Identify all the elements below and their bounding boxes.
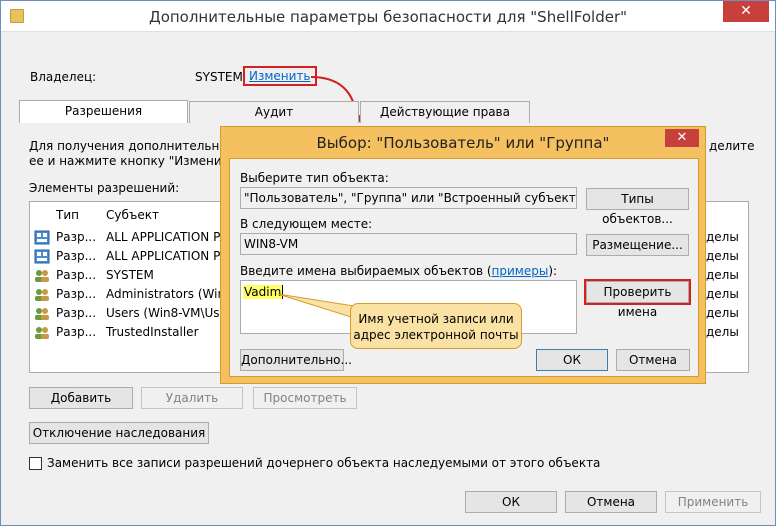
callout-line-1: Имя учетной записи или [358,312,514,326]
location-field: WIN8-VM [240,233,577,255]
object-type-label: Выберите тип объекта: [240,171,389,185]
cancel-button[interactable]: Отмена [565,491,657,513]
disable-inheritance-button[interactable]: Отключение наследования [29,422,209,444]
info-text-line-1: Для получения дополнительных с [29,139,247,153]
callout-line-2: адрес электронной почты [353,328,519,342]
row-type: Разр... [56,230,97,244]
callout-pointer-icon [277,293,355,319]
row-right: делы [706,306,739,320]
object-types-button[interactable]: Типы объектов... [586,188,689,226]
check-names-button[interactable]: Проверить имена [584,279,691,319]
user-group-icon [35,327,49,339]
info-text-right: делите [709,139,755,153]
row-right: делы [706,287,739,301]
location-label: В следующем месте: [240,217,373,231]
row-type: Разр... [56,325,97,339]
add-button[interactable]: Добавить [29,387,133,409]
row-subject: Users (Win8-VM\Users [106,306,239,320]
row-right: делы [706,230,739,244]
row-subject: Administrators (Win8- [106,287,238,301]
info-text-line-2: ее и нажмите кнопку "Изменить" ( [29,154,250,168]
row-type: Разр... [56,268,97,282]
owner-value: SYSTEM [195,70,243,84]
row-subject: SYSTEM [106,268,154,282]
examples-link[interactable]: примеры [492,264,549,278]
locations-button[interactable]: Размещение... [586,234,689,256]
column-header-type[interactable]: Тип [56,208,79,222]
account-name-callout: Имя учетной записи или адрес электронной… [350,303,522,349]
dialog-ok-button[interactable]: ОК [536,349,608,371]
row-right: делы [706,325,739,339]
names-label-prefix: Введите имена выбираемых объектов ( [240,264,492,278]
view-button[interactable]: Просмотреть [253,387,357,409]
app-package-icon [34,230,50,245]
row-subject: ALL APPLICATION PA [106,249,228,263]
row-type: Разр... [56,287,97,301]
row-subject: ALL APPLICATION PA [106,230,228,244]
row-type: Разр... [56,249,97,263]
entries-label: Элементы разрешений: [29,181,180,195]
owner-label: Владелец: [30,70,97,84]
dialog-title: Выбор: "Пользователь" или "Группа" [316,134,610,152]
apply-button[interactable]: Применить [665,491,761,513]
title-bar: Дополнительные параметры безопасности дл… [1,1,775,32]
close-button[interactable]: ✕ [723,1,769,22]
row-right: делы [706,249,739,263]
tab-audit[interactable]: Аудит [189,101,359,123]
replace-child-permissions-checkbox[interactable] [29,457,42,470]
row-type: Разр... [56,306,97,320]
ok-button[interactable]: ОК [465,491,557,513]
tab-permissions[interactable]: Разрешения [19,100,188,124]
names-label: Введите имена выбираемых объектов (приме… [240,264,557,278]
row-subject: TrustedInstaller [106,325,199,339]
row-right: делы [706,268,739,282]
advanced-button[interactable]: Дополнительно... [240,349,352,371]
tab-effective-access[interactable]: Действующие права доступа [360,101,530,139]
window-title: Дополнительные параметры безопасности дл… [148,8,628,26]
user-group-icon [35,270,49,282]
user-group-icon [35,308,49,320]
remove-button[interactable]: Удалить [141,387,243,409]
object-type-field: "Пользователь", "Группа" или "Встроенный… [240,187,577,209]
user-group-icon [35,289,49,301]
app-package-icon [34,249,50,264]
names-label-suffix: ): [548,264,558,278]
dialog-close-button[interactable]: ✕ [665,129,699,147]
replace-child-permissions-label: Заменить все записи разрешений дочернего… [47,456,601,470]
column-header-subject[interactable]: Субъект [106,208,159,222]
dialog-cancel-button[interactable]: Отмена [616,349,690,371]
